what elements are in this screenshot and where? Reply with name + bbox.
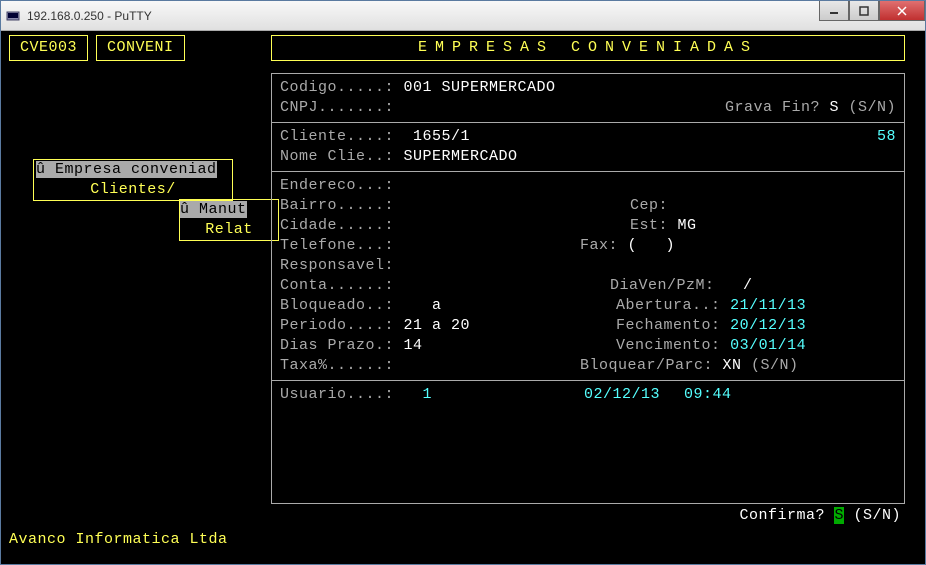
usuario-label: Usuario....:	[280, 385, 394, 405]
row-cidade: Cidade.....: Est: MG	[280, 216, 896, 236]
maximize-button[interactable]	[849, 1, 879, 21]
window: 192.168.0.250 - PuTTY CVE003 CONVENI EMP…	[0, 0, 926, 565]
submenu-item-label: Relat	[205, 221, 253, 238]
endereco-label: Endereco...:	[280, 176, 394, 196]
usuario-value: 1	[394, 385, 584, 405]
row-cliente: Cliente....: 1655/1 58	[280, 127, 896, 147]
codigo-label: Codigo.....:	[280, 78, 394, 98]
terminal[interactable]: CVE003 CONVENI EMPRESAS CONVENIADAS û Em…	[1, 31, 925, 564]
row-bairro: Bairro.....: Cep:	[280, 196, 896, 216]
titlebar: 192.168.0.250 - PuTTY	[1, 1, 925, 31]
est-label: Est:	[630, 216, 668, 236]
submenu-item-manut[interactable]: û Manut	[180, 200, 278, 220]
fax-value: ( )	[618, 236, 675, 256]
usuario-date: 02/12/13	[584, 385, 684, 405]
bairro-label: Bairro.....:	[280, 196, 630, 216]
row-telefone: Telefone...: Fax: ( )	[280, 236, 896, 256]
confirm-hint: (S/N)	[844, 507, 901, 524]
row-responsavel: Responsavel:	[280, 256, 896, 276]
gravafin-label: Grava Fin?	[725, 98, 830, 118]
codigo-value: 001 SUPERMERCADO	[394, 78, 556, 98]
usuario-time: 09:44	[684, 385, 732, 405]
fechamento-label: Fechamento:	[616, 316, 721, 336]
banner-text: EMPRESAS CONVENIADAS	[418, 39, 758, 56]
cnpj-label: CNPJ.......:	[280, 98, 394, 118]
cliente-right: 58	[877, 127, 896, 147]
menu-item-mark: û	[36, 161, 46, 178]
vencimento-label: Vencimento:	[616, 336, 721, 356]
submenu-item-relat[interactable]: Relat	[180, 220, 278, 240]
close-button[interactable]	[879, 1, 925, 21]
conta-label: Conta......:	[280, 276, 610, 296]
code-label: CVE003	[20, 39, 77, 56]
vencimento-value: 03/01/14	[721, 336, 807, 356]
diasprazo-value: 14	[394, 336, 616, 356]
cidade-label: Cidade.....:	[280, 216, 630, 236]
cliente-label: Cliente....:	[280, 127, 394, 147]
cliente-value: 1655/1	[394, 127, 470, 147]
row-conta: Conta......: DiaVen/PzM: /	[280, 276, 896, 296]
footer: Avanco Informatica Ltda	[9, 530, 228, 550]
row-codigo: Codigo.....: 001 SUPERMERCADO	[280, 78, 896, 98]
top-boxes: CVE003 CONVENI	[9, 35, 193, 61]
menu-item-label: Empresa conveniad	[46, 161, 217, 178]
module-box: CONVENI	[96, 35, 185, 61]
confirm-value[interactable]: S	[834, 507, 844, 524]
submenu-item-label: Manut	[190, 201, 247, 218]
row-nomeclie: Nome Clie..: SUPERMERCADO	[280, 147, 896, 167]
diasprazo-label: Dias Prazo.:	[280, 336, 394, 356]
periodo-value: 21 a 20	[394, 316, 616, 336]
abertura-label: Abertura..:	[616, 296, 721, 316]
est-value: MG	[668, 216, 697, 236]
putty-icon	[5, 8, 21, 24]
diaven-value: /	[715, 276, 753, 296]
bloquear-value: XN	[713, 356, 742, 376]
main-panel: Codigo.....: 001 SUPERMERCADO CNPJ......…	[271, 73, 905, 504]
nomeclie-label: Nome Clie..:	[280, 147, 394, 167]
footer-text: Avanco Informatica Ltda	[9, 531, 228, 548]
menu-item-label: Clientes/	[90, 181, 176, 198]
submenu: û Manut Relat	[179, 199, 279, 241]
window-controls	[819, 1, 925, 21]
window-title: 192.168.0.250 - PuTTY	[27, 9, 152, 23]
menu-item-empresa[interactable]: û Empresa conveniad	[34, 160, 232, 180]
row-bloqueado: Bloqueado..: a Abertura..: 21/11/13	[280, 296, 896, 316]
telefone-label: Telefone...:	[280, 236, 580, 256]
periodo-label: Periodo....:	[280, 316, 394, 336]
bloqueado-label: Bloqueado..:	[280, 296, 394, 316]
cep-label: Cep:	[630, 196, 668, 216]
gravafin-value[interactable]: S	[829, 98, 839, 118]
gravafin-hint: (S/N)	[839, 98, 896, 118]
responsavel-label: Responsavel:	[280, 256, 394, 276]
bloquear-label: Bloquear/Parc:	[580, 356, 713, 376]
abertura-value: 21/11/13	[721, 296, 807, 316]
fax-label: Fax:	[580, 236, 618, 256]
row-diasprazo: Dias Prazo.: 14 Vencimento: 03/01/14	[280, 336, 896, 356]
header-banner: EMPRESAS CONVENIADAS	[271, 35, 905, 61]
row-taxa: Taxa%......: Bloquear/Parc: XN (S/N)	[280, 356, 896, 376]
minimize-button[interactable]	[819, 1, 849, 21]
diaven-label: DiaVen/PzM:	[610, 276, 715, 296]
taxa-label: Taxa%......:	[280, 356, 580, 376]
cnpj-value	[394, 98, 725, 118]
menu-item-clientes[interactable]: Clientes/	[34, 180, 232, 200]
row-usuario: Usuario....: 1 02/12/13 09:44	[280, 385, 896, 405]
confirm-label: Confirma?	[739, 507, 834, 524]
fechamento-value: 20/12/13	[721, 316, 807, 336]
row-periodo: Periodo....: 21 a 20 Fechamento: 20/12/1…	[280, 316, 896, 336]
code-box: CVE003	[9, 35, 88, 61]
bloqueado-value: a	[394, 296, 616, 316]
row-cnpj: CNPJ.......: Grava Fin? S (S/N)	[280, 98, 896, 118]
submenu-item-mark: û	[180, 201, 190, 218]
bloquear-hint: (S/N)	[742, 356, 799, 376]
row-endereco: Endereco...:	[280, 176, 896, 196]
nomeclie-value: SUPERMERCADO	[394, 147, 518, 167]
module-label: CONVENI	[107, 39, 174, 56]
confirm-prompt: Confirma? S (S/N)	[739, 506, 901, 526]
side-menu: û Empresa conveniad Clientes/	[33, 159, 233, 201]
